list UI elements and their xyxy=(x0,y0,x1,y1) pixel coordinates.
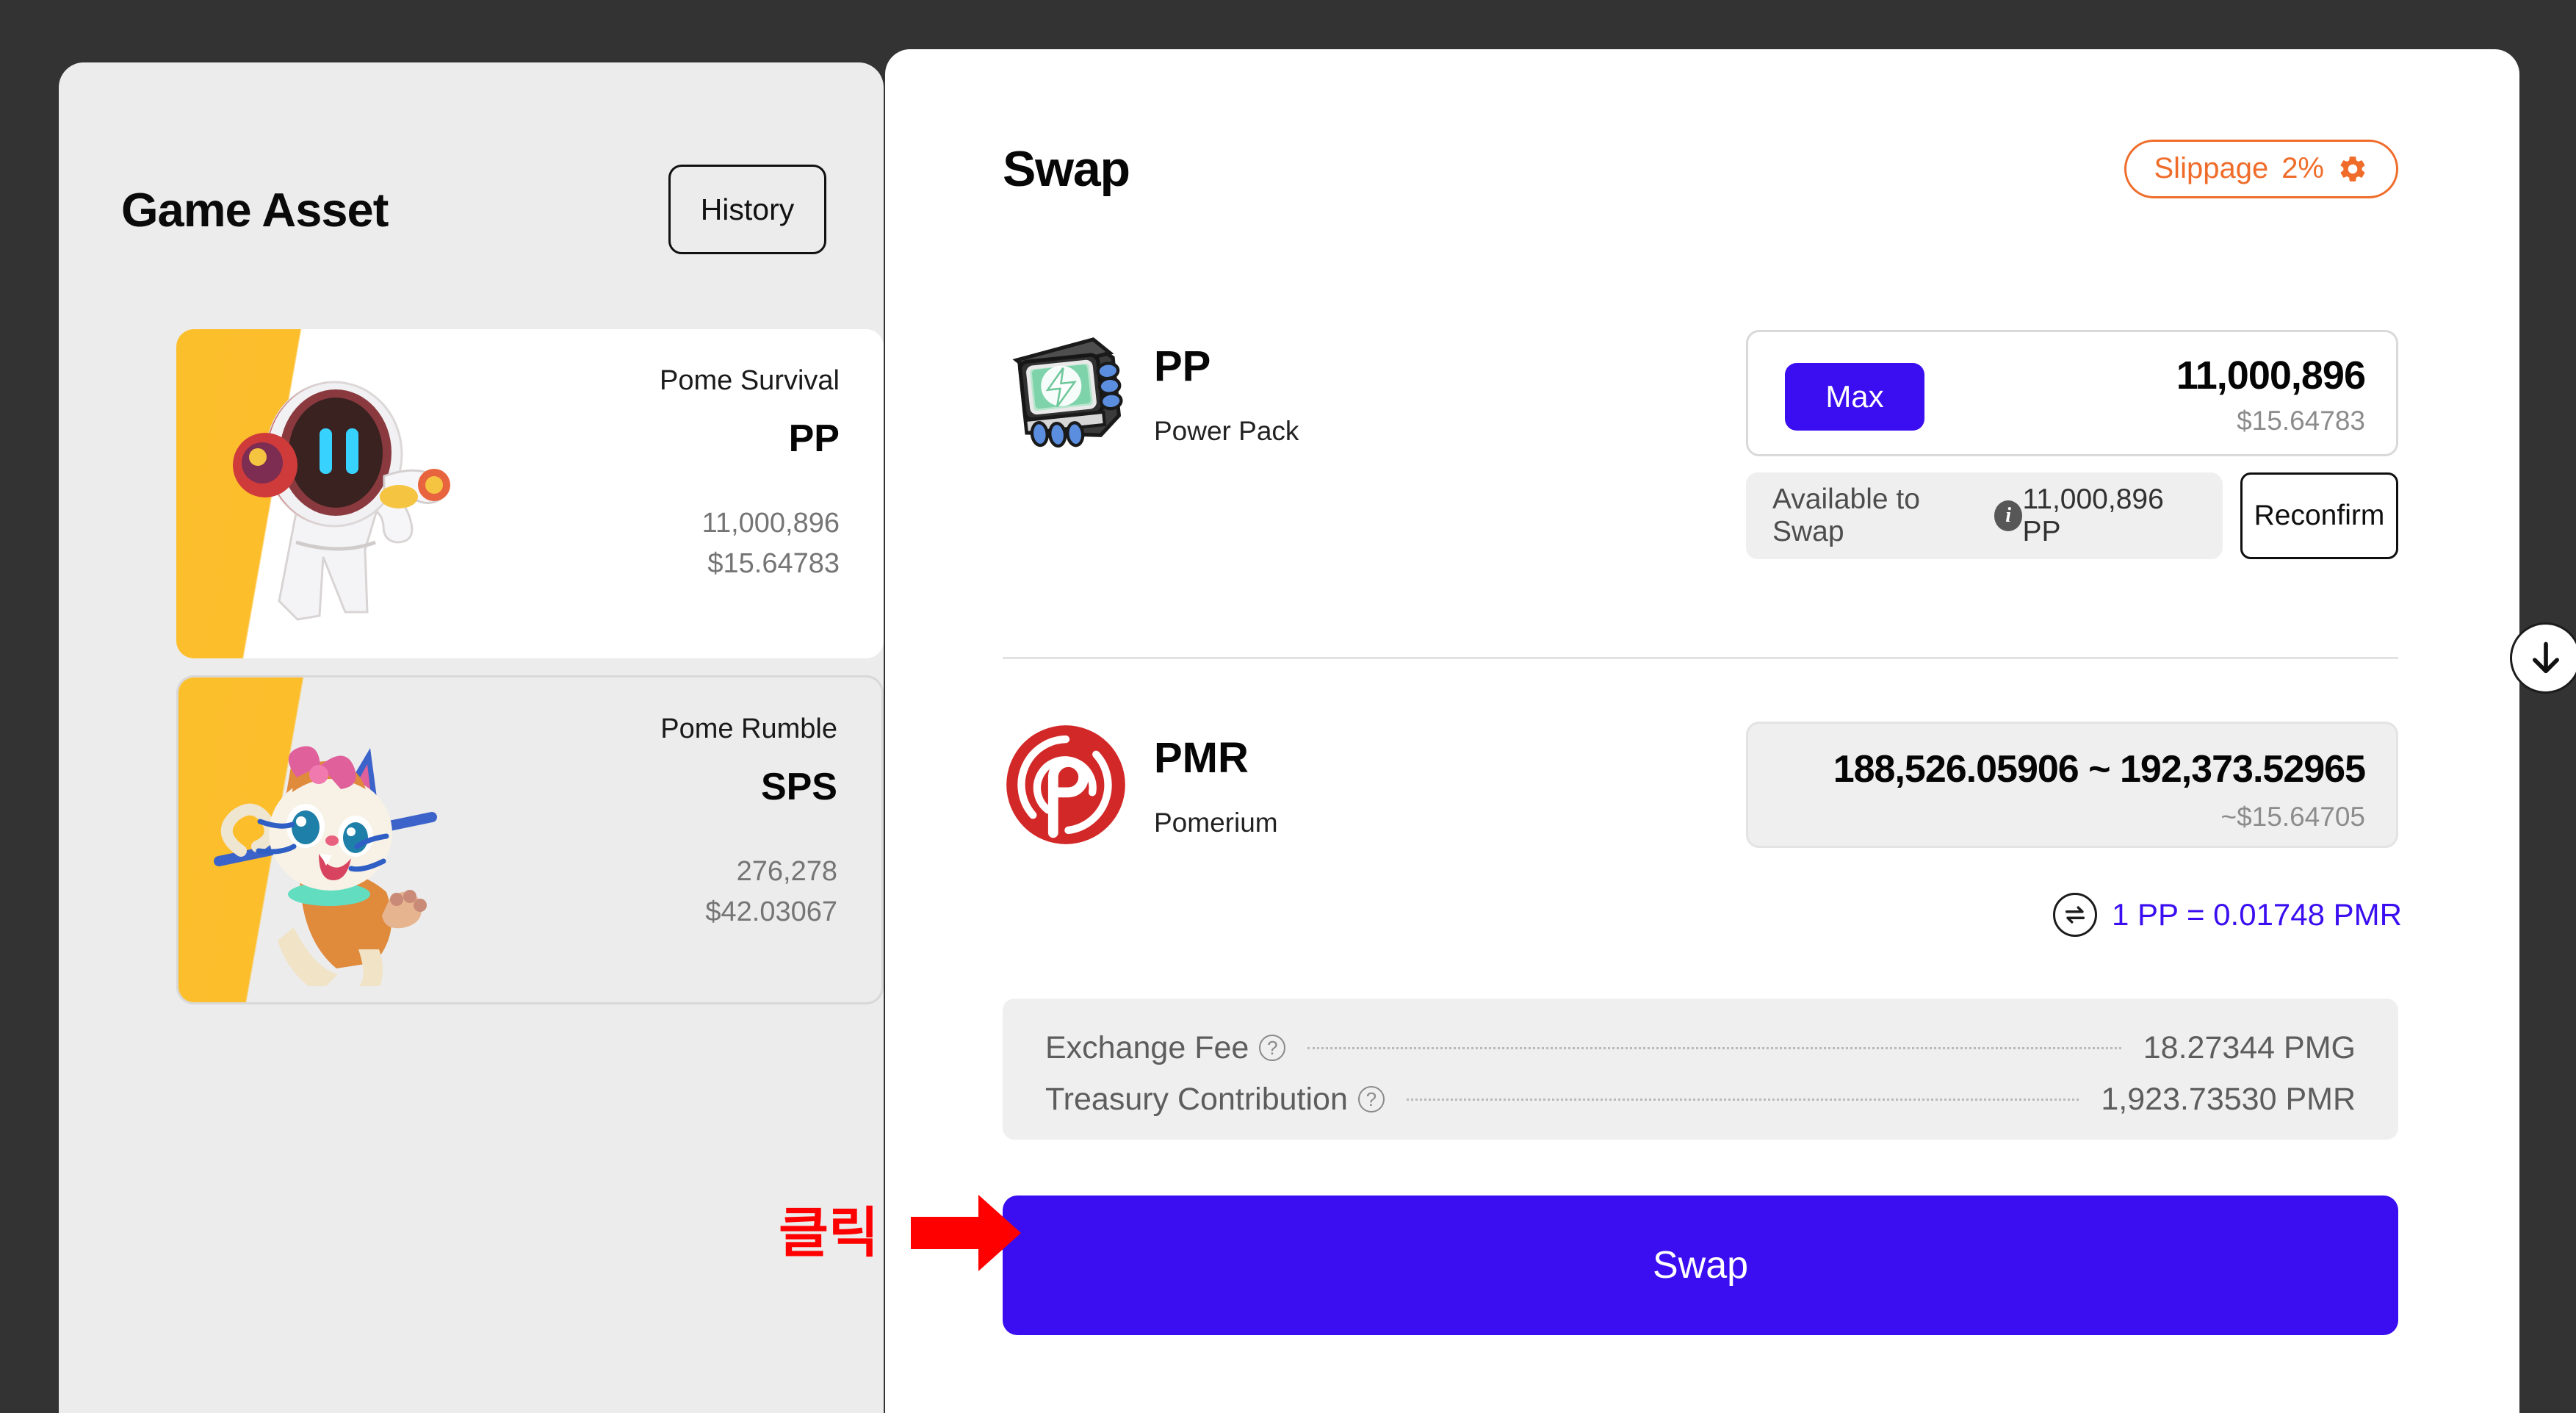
from-amount-value: 11,000,896 xyxy=(2176,353,2366,398)
slippage-value: 2% xyxy=(2281,152,2324,184)
exchange-rate-toggle[interactable]: 1 PP = 0.01748 PMR xyxy=(2053,893,2402,937)
asset-usd-value: $42.03067 xyxy=(705,896,837,927)
question-icon[interactable]: ? xyxy=(1259,1035,1286,1061)
fee-dotted-leader xyxy=(1307,1046,2121,1049)
available-to-swap-row: Available to Swap i 11,000,896 PP Reconf… xyxy=(1746,472,2398,559)
swap-from-row: PP Power Pack Max 11,000,896 $15.64783 A… xyxy=(1003,330,2398,559)
asset-symbol: PP xyxy=(788,417,840,461)
exchange-fee-value: 18.27344 PMG xyxy=(2143,1029,2356,1065)
swap-to-row: PMR Pomerium 188,526.05906 ~ 192,373.529… xyxy=(1003,722,2398,848)
game-asset-panel: Game Asset History Pome Survival PP 11,0… xyxy=(59,62,884,1413)
fee-summary: Exchange Fee ? 18.27344 PMG Treasury Con… xyxy=(1003,999,2398,1140)
gear-icon xyxy=(2340,156,2365,181)
from-token-name: Power Pack xyxy=(1154,415,1299,446)
asset-card-pp[interactable]: Pome Survival PP 11,000,896 $15.64783 xyxy=(176,329,884,658)
to-amount-usd: ~$15.64705 xyxy=(2220,802,2365,832)
swap-panel: Swap Slippage 2% PP Power Pack Max 11,00… xyxy=(885,49,2576,1413)
to-token-names: PMR Pomerium xyxy=(1154,722,1404,838)
asset-game-name: Pome Survival xyxy=(660,365,840,396)
from-fields: Max 11,000,896 $15.64783 Available to Sw… xyxy=(1746,330,2398,559)
cat-character-icon xyxy=(214,746,437,986)
from-amount-input[interactable]: Max 11,000,896 $15.64783 xyxy=(1746,330,2398,456)
slippage-label: Slippage xyxy=(2154,152,2269,184)
fee-dotted-leader xyxy=(1406,1098,2079,1101)
pomerium-icon xyxy=(1006,725,1125,844)
info-icon[interactable]: i xyxy=(1994,500,2023,531)
from-token-names: PP Power Pack xyxy=(1154,330,1404,447)
treasury-contribution-value: 1,923.73530 PMR xyxy=(2101,1081,2356,1117)
asset-amount: 11,000,896 xyxy=(701,507,840,539)
to-amount-display: 188,526.05906 ~ 192,373.52965 ~$15.64705 xyxy=(1746,722,2398,848)
fee-row-treasury: Treasury Contribution ? 1,923.73530 PMR xyxy=(1045,1078,2356,1121)
available-to-swap-label: Available to Swap xyxy=(1772,483,1920,547)
annotation-label: 클릭 xyxy=(779,1201,879,1265)
from-amount-usd: $15.64783 xyxy=(2237,406,2365,436)
astronaut-character-icon xyxy=(233,381,450,621)
app-root: Game Asset History Pome Survival PP 11,0… xyxy=(0,0,2576,1413)
right-arrow-annotation xyxy=(911,1195,1021,1271)
asset-card-sps[interactable]: Pome Rumble SPS 276,278 $42.03067 xyxy=(176,675,884,1004)
history-button[interactable]: History xyxy=(668,165,826,254)
slippage-settings-button[interactable]: Slippage 2% xyxy=(2124,139,2398,198)
asset-info: Pome Rumble SPS 276,278 $42.03067 xyxy=(660,711,837,932)
asset-amount: 276,278 xyxy=(736,855,837,887)
swap-title: Swap xyxy=(1003,140,1130,197)
to-token-symbol: PMR xyxy=(1154,734,1249,782)
power-pack-icon xyxy=(1012,337,1123,448)
arrow-down-icon xyxy=(2532,641,2559,673)
fee-label-group: Treasury Contribution ? xyxy=(1045,1082,1385,1118)
asset-game-name: Pome Rumble xyxy=(660,713,837,744)
treasury-contribution-label: Treasury Contribution xyxy=(1045,1081,1348,1117)
question-icon[interactable]: ? xyxy=(1357,1086,1385,1112)
available-to-swap-value: 11,000,896 PP xyxy=(2022,483,2164,547)
asset-usd-value: $15.64783 xyxy=(707,547,840,579)
to-amount-range: 188,526.05906 ~ 192,373.52965 xyxy=(1833,748,2366,791)
exchange-rate-text: 1 PP = 0.01748 PMR xyxy=(2112,897,2402,932)
fee-row-exchange: Exchange Fee ? 18.27344 PMG xyxy=(1045,1027,2356,1069)
exchange-fee-label: Exchange Fee xyxy=(1045,1029,1249,1065)
swap-header: Swap Slippage 2% xyxy=(1003,130,2398,207)
game-asset-header: Game Asset History xyxy=(121,165,826,254)
from-token-symbol: PP xyxy=(1154,342,1211,390)
fee-label-group: Exchange Fee ? xyxy=(1045,1029,1286,1066)
swap-direction-button[interactable] xyxy=(2510,622,2576,694)
asset-info: Pome Survival PP 11,000,896 $15.64783 xyxy=(660,363,840,584)
swap-submit-button[interactable]: Swap xyxy=(1003,1196,2398,1335)
to-token-name: Pomerium xyxy=(1154,807,1278,838)
reconfirm-button[interactable]: Reconfirm xyxy=(2240,472,2398,559)
available-to-swap-box: Available to Swap i 11,000,896 PP xyxy=(1746,472,2223,559)
section-divider xyxy=(1003,657,2398,659)
asset-artwork-astronaut xyxy=(176,329,522,658)
max-button[interactable]: Max xyxy=(1785,363,1924,431)
available-label-group: Available to Swap i xyxy=(1772,483,2023,548)
asset-artwork-cat xyxy=(178,677,524,1002)
page-title: Game Asset xyxy=(121,182,389,237)
asset-symbol: SPS xyxy=(760,766,837,809)
swap-horizontal-icon xyxy=(2053,893,2098,937)
